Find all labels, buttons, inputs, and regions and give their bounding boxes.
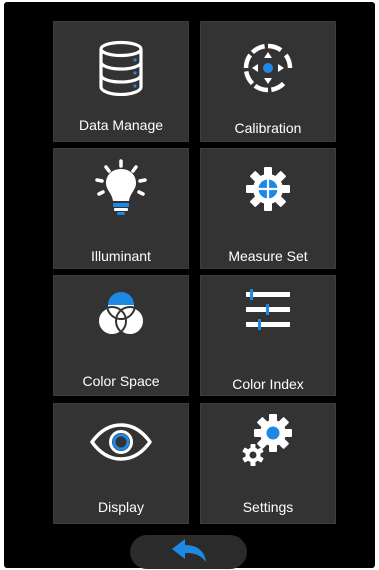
- color-index-label: Color Index: [232, 376, 304, 392]
- illuminant-label: Illuminant: [91, 248, 151, 264]
- database-icon: [54, 38, 188, 98]
- device-screen: Data Manage Calibration Illuminant Measu…: [4, 2, 375, 569]
- calibration-target-icon: [201, 38, 335, 98]
- measure-set-label: Measure Set: [228, 248, 308, 264]
- sliders-icon: [201, 280, 335, 340]
- data-manage-tile[interactable]: Data Manage: [53, 21, 189, 142]
- calibration-tile[interactable]: Calibration: [200, 21, 336, 142]
- display-label: Display: [98, 499, 144, 515]
- gears-icon: [201, 410, 335, 470]
- light-bulb-icon: [54, 159, 188, 219]
- data-manage-label: Data Manage: [78, 117, 164, 133]
- calibration-label: Calibration: [234, 120, 302, 136]
- measure-gear-icon: [201, 159, 335, 219]
- settings-tile[interactable]: Settings: [200, 403, 336, 524]
- eye-icon: [54, 412, 188, 472]
- display-tile[interactable]: Display: [53, 403, 189, 524]
- color-circles-icon: [54, 284, 188, 344]
- back-arrow-icon: [169, 537, 209, 568]
- illuminant-tile[interactable]: Illuminant: [53, 148, 189, 269]
- settings-label: Settings: [242, 499, 294, 515]
- back-button[interactable]: [130, 535, 247, 569]
- color-index-tile[interactable]: Color Index: [200, 275, 336, 396]
- color-space-label: Color Space: [82, 373, 160, 389]
- color-space-tile[interactable]: Color Space: [53, 275, 189, 396]
- measure-set-tile[interactable]: Measure Set: [200, 148, 336, 269]
